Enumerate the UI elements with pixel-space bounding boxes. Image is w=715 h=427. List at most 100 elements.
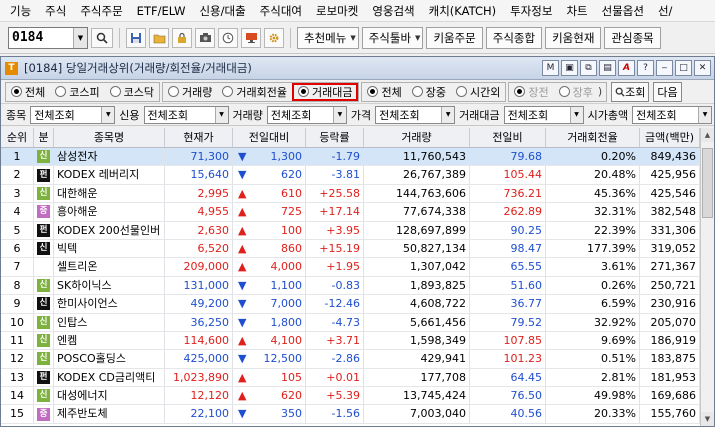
filter-select[interactable]: 전체조회 ▼ xyxy=(503,105,584,124)
menu-item[interactable]: 캐치(KATCH) xyxy=(423,3,504,19)
close-icon[interactable]: ✕ xyxy=(694,60,711,76)
column-header[interactable]: 등락률 xyxy=(306,128,364,147)
radio-market-0[interactable]: 전체 xyxy=(6,83,50,101)
column-header[interactable]: 전일비 xyxy=(470,128,546,147)
stock-toolbar-button[interactable]: 주식툴바 ▼ xyxy=(361,26,424,49)
next-button[interactable]: 다음 xyxy=(653,81,682,102)
stock-name-cell[interactable]: SK하이닉스 xyxy=(54,276,165,295)
column-header[interactable]: 분 xyxy=(34,128,54,147)
link-icon[interactable]: ⧉ xyxy=(580,60,597,76)
menu-item[interactable]: 투자정보 xyxy=(504,3,560,19)
stock-code-input[interactable]: 0184 ▼ xyxy=(8,26,88,49)
menu-item[interactable]: 주식 xyxy=(39,3,74,19)
stock-name-cell[interactable]: 대성에너지 xyxy=(54,387,165,405)
column-header[interactable]: 전일대비 xyxy=(233,128,306,147)
stock-name-cell[interactable]: KODEX CD금리액티 xyxy=(54,368,165,387)
maximize-icon[interactable]: □ xyxy=(675,60,692,76)
table-row[interactable]: 13 펀 KODEX CD금리액티 1,023,890 ▲ 105 +0.01 177,708… xyxy=(1,368,714,388)
menu-m-button[interactable]: M xyxy=(542,60,559,76)
radio-session-2[interactable]: 시간외 xyxy=(451,83,505,101)
table-row[interactable]: 14 신 대성에너지 12,120 ▲ 620 +5.39 13,745,424 76.50 49… xyxy=(1,387,714,406)
vertical-scrollbar[interactable]: ▲ ▼ xyxy=(700,128,714,426)
filter-select[interactable]: 전체조회 ▼ xyxy=(632,105,713,124)
kiwoom-order-button[interactable]: 키움주문 xyxy=(426,26,483,49)
monitor-icon[interactable] xyxy=(241,27,261,48)
menu-item[interactable]: 영웅검색 xyxy=(366,3,422,19)
radio-sub-0[interactable]: 장전 xyxy=(509,83,553,101)
table-row[interactable]: 8 신 SK하이닉스 131,000 ▼ 1,100 -0.83 1,893,825 51.60… xyxy=(1,276,714,296)
menu-item[interactable]: 기능 xyxy=(4,3,39,19)
filter-select[interactable]: 전체조회 ▼ xyxy=(375,105,456,124)
menu-item[interactable]: 주식주문 xyxy=(74,3,130,19)
radio-session-0[interactable]: 전체 xyxy=(362,83,406,101)
table-row[interactable]: 9 신 한미사이언스 49,200 ▼ 7,000 -12.46 4,608,722 36.77… xyxy=(1,295,714,314)
stock-name-cell[interactable]: KODEX 200선물인버 xyxy=(54,221,165,239)
table-row[interactable]: 3 신 대한해운 2,995 ▲ 610 +25.58 144,763,606 736.21 45… xyxy=(1,184,714,204)
table-row[interactable]: 4 증 흥아해운 4,955 ▲ 725 +17.14 77,674,338 262.89 32.… xyxy=(1,203,714,222)
search-icon[interactable] xyxy=(91,27,113,48)
stock-name-cell[interactable]: 셀트리온 xyxy=(54,258,165,276)
filter-select[interactable]: 전체조회 ▼ xyxy=(30,105,116,124)
menu-item[interactable]: 로보마켓 xyxy=(310,3,366,19)
table-row[interactable]: 6 신 빅텍 6,520 ▲ 860 +15.19 50,827,134 98.47 177.39… xyxy=(1,239,714,259)
column-header[interactable]: 금액(백만) xyxy=(640,128,700,147)
save-icon[interactable] xyxy=(126,27,146,48)
kiwoom-current-button[interactable]: 키움현재 xyxy=(545,26,602,49)
folder-icon[interactable] xyxy=(149,27,169,48)
radio-sort-0[interactable]: 거래량 xyxy=(163,83,217,101)
stock-name-cell[interactable]: KODEX 레버리지 xyxy=(54,166,165,184)
table-row[interactable]: 10 신 인탑스 36,250 ▼ 1,800 -4.73 5,661,456 79.52 32.… xyxy=(1,313,714,332)
scrollbar-thumb[interactable] xyxy=(702,148,713,218)
stock-name-cell[interactable]: 흥아해운 xyxy=(54,203,165,221)
chevron-down-icon[interactable]: ▼ xyxy=(73,27,87,48)
help-button[interactable]: ? xyxy=(637,60,654,76)
column-header[interactable]: 종목명 xyxy=(54,128,165,147)
stock-name-cell[interactable]: 인탑스 xyxy=(54,313,165,331)
menu-item[interactable]: ETF/ELW xyxy=(131,4,194,18)
font-a-button[interactable]: A xyxy=(618,60,635,76)
gear-icon[interactable] xyxy=(264,27,284,48)
stock-name-cell[interactable]: 제주반도체 xyxy=(54,405,165,423)
stock-overview-button[interactable]: 주식종합 xyxy=(485,26,543,49)
clock-icon[interactable] xyxy=(218,27,238,48)
stock-name-cell[interactable]: 한미사이언스 xyxy=(54,295,165,313)
stock-name-cell[interactable]: POSCO홀딩스 xyxy=(54,350,165,368)
radio-sort-2[interactable]: 거래대금 xyxy=(291,82,359,101)
radio-sub-1[interactable]: 장후 xyxy=(554,83,598,101)
menu-item[interactable]: 선/ xyxy=(652,3,680,19)
radio-session-1[interactable]: 장중 xyxy=(407,83,451,101)
lock-icon[interactable] xyxy=(172,27,192,48)
table-row[interactable]: 11 신 엔켐 114,600 ▲ 4,100 +3.71 1,598,349 107.85 9.… xyxy=(1,331,714,351)
table-row[interactable]: 2 펀 KODEX 레버리지 15,640 ▼ 620 -3.81 26,767,389 105… xyxy=(1,166,714,185)
column-header[interactable]: 순위 xyxy=(1,128,34,147)
column-header[interactable]: 거래량 xyxy=(364,128,470,147)
column-header[interactable]: 현재가 xyxy=(165,128,233,147)
filter-select[interactable]: 전체조회 ▼ xyxy=(266,105,347,124)
table-row[interactable]: 15 증 제주반도체 22,100 ▼ 350 -1.56 7,003,040 40.56 20.… xyxy=(1,405,714,424)
filter-select[interactable]: 전체조회 ▼ xyxy=(143,105,229,124)
stock-name-cell[interactable]: 엔켐 xyxy=(54,331,165,350)
camera-icon[interactable] xyxy=(195,27,215,48)
radio-market-2[interactable]: 코스닥 xyxy=(105,83,159,101)
table-row[interactable]: 1 신 삼성전자 71,300 ▼ 1,300 -1.79 11,760,543 79.68 0.… xyxy=(1,148,714,167)
menu-item[interactable]: 차트 xyxy=(560,3,595,19)
table-row[interactable]: 5 펀 KODEX 200선물인버 2,630 ▲ 100 +3.95 128,697,899… xyxy=(1,221,714,240)
column-header[interactable]: 거래회전율 xyxy=(546,128,640,147)
stock-name-cell[interactable]: 빅텍 xyxy=(54,239,165,258)
stock-name-cell[interactable]: 삼성전자 xyxy=(54,148,165,166)
minimize-icon[interactable]: ‒ xyxy=(656,60,673,76)
scroll-down-icon[interactable]: ▼ xyxy=(701,412,714,426)
radio-market-1[interactable]: 코스피 xyxy=(50,83,104,101)
table-row[interactable]: 12 신 POSCO홀딩스 425,000 ▼ 12,500 -2.86 429,941 101… xyxy=(1,350,714,369)
watchlist-button[interactable]: 관심종목 xyxy=(604,26,661,49)
stock-name-cell[interactable]: 대한해운 xyxy=(54,184,165,203)
menu-item[interactable]: 선물옵션 xyxy=(596,3,652,19)
print-icon[interactable]: ▤ xyxy=(599,60,616,76)
query-button[interactable]: 조회 xyxy=(611,81,650,102)
table-row[interactable]: 7 셀트리온 209,000 ▲ 4,000 +1.95 1,307,042 65.55 3.6… xyxy=(1,258,714,277)
layout-icon[interactable]: ▣ xyxy=(561,60,578,76)
menu-item[interactable]: 신용/대출 xyxy=(193,3,253,19)
scroll-up-icon[interactable]: ▲ xyxy=(701,128,714,142)
menu-item[interactable]: 주식대여 xyxy=(254,3,310,19)
radio-sort-1[interactable]: 거래회전율 xyxy=(217,83,292,101)
